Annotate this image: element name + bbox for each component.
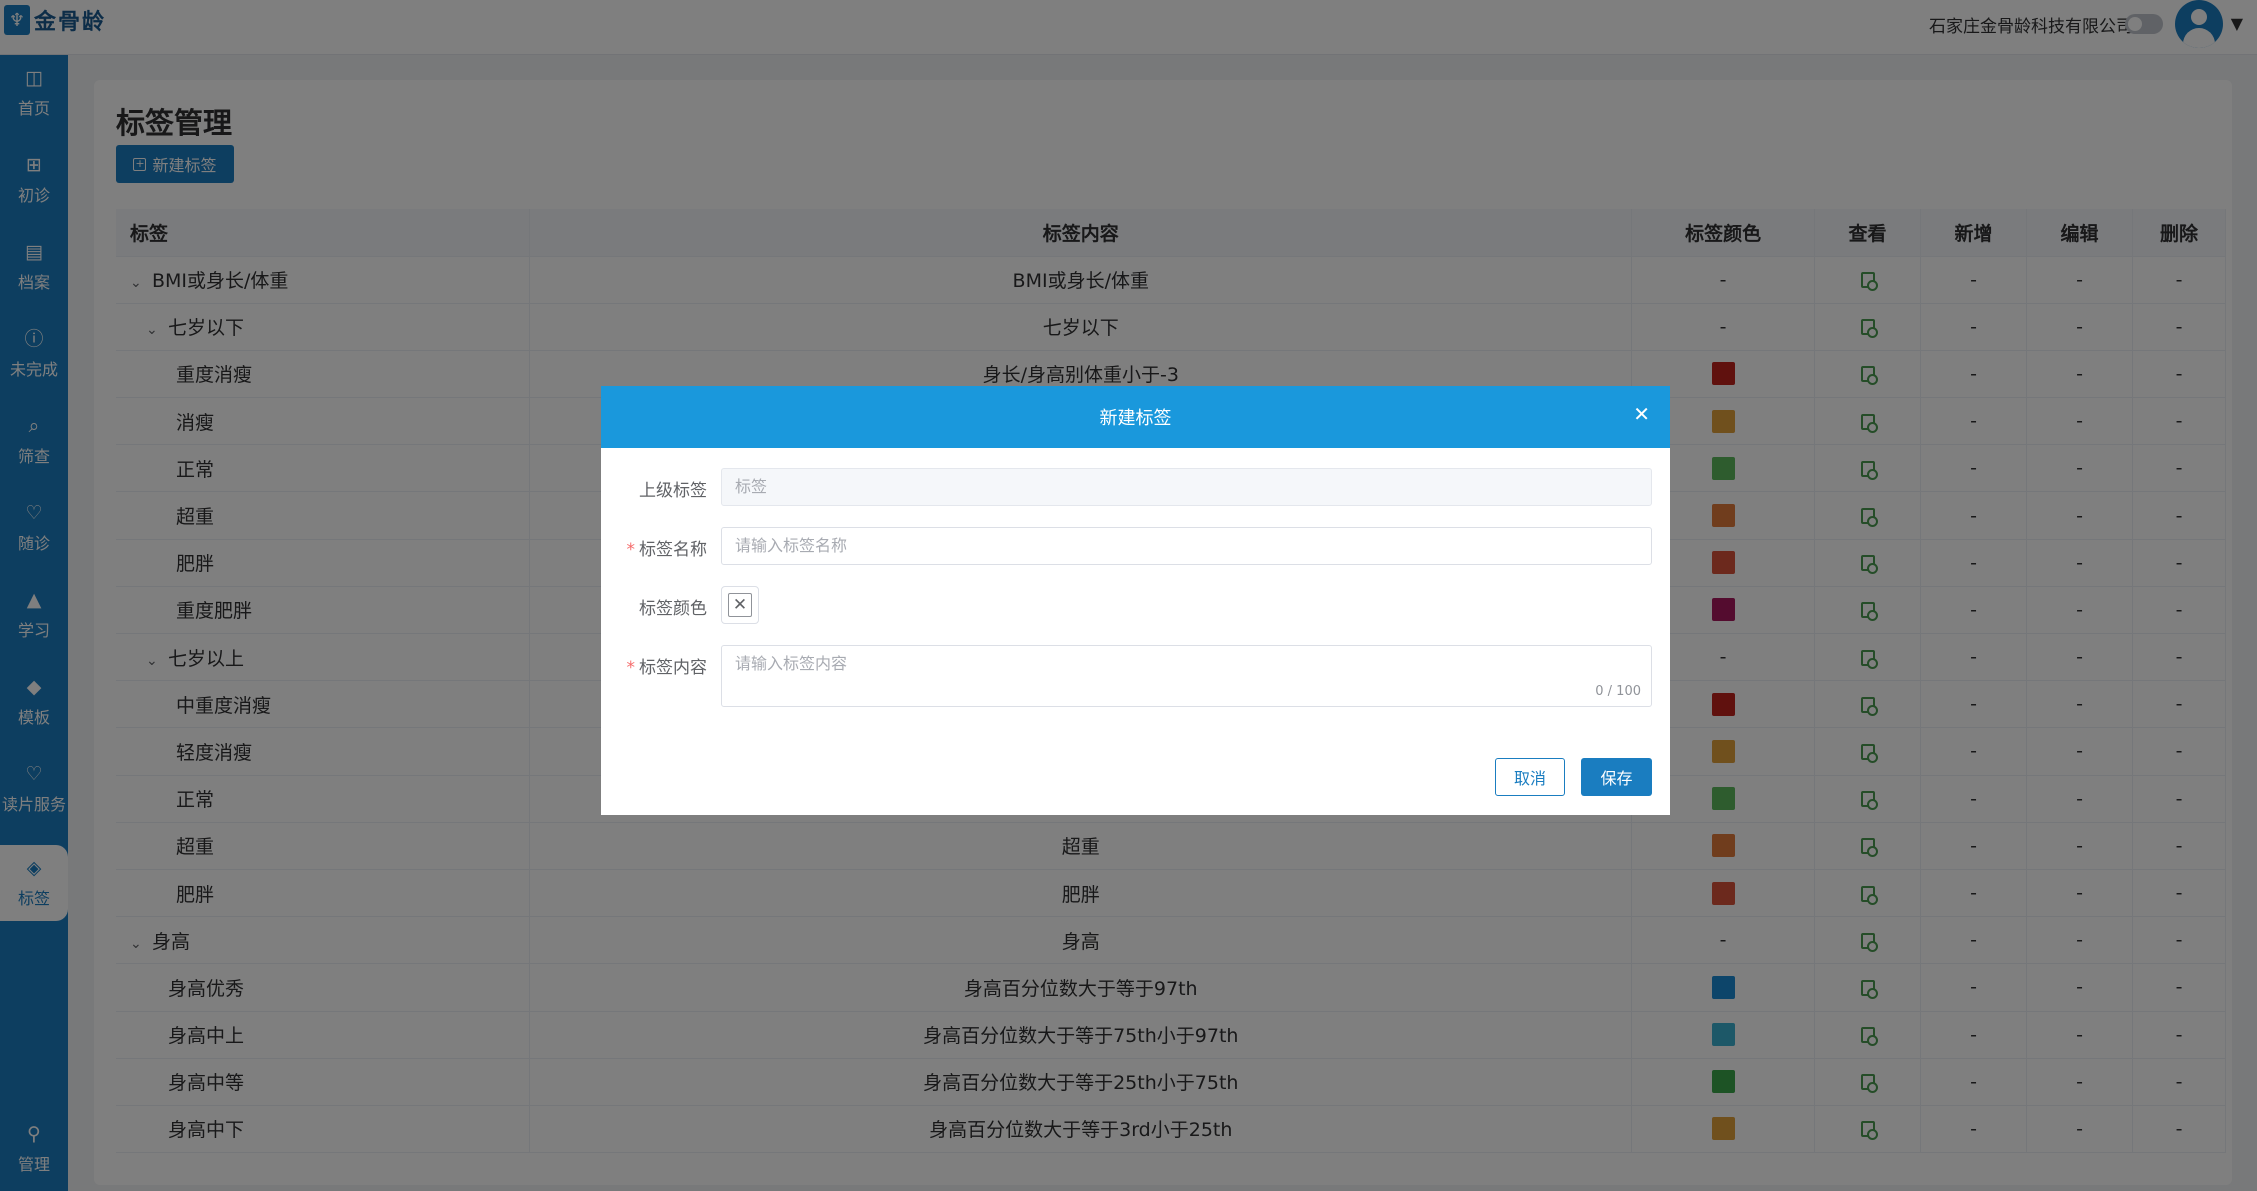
tag-content-textarea[interactable]: 请输入标签内容 0 / 100 (721, 645, 1652, 707)
save-button[interactable]: 保存 (1581, 758, 1652, 796)
tag-content-label-text: 标签内容 (639, 658, 707, 678)
tag-content-placeholder: 请输入标签内容 (735, 654, 848, 673)
required-mark: * (626, 658, 636, 678)
tag-name-input[interactable]: 请输入标签名称 (721, 527, 1652, 565)
tag-name-row: * 标签名称 请输入标签名称 (601, 527, 1670, 565)
close-icon[interactable]: ✕ (1633, 402, 1650, 426)
empty-color-icon: ✕ (728, 593, 752, 617)
tag-color-row: 标签颜色 ✕ (601, 586, 1670, 624)
char-counter: 0 / 100 (1595, 684, 1641, 699)
color-picker[interactable]: ✕ (721, 586, 759, 624)
new-tag-dialog: 新建标签 ✕ 上级标签 标签 * 标签名称 请输入标签名称 标签颜色 ✕ * 标签内… (601, 386, 1670, 815)
parent-tag-row: 上级标签 标签 (601, 468, 1670, 506)
dialog-title: 新建标签 (1099, 408, 1172, 429)
parent-tag-input[interactable]: 标签 (721, 468, 1652, 506)
tag-content-label: * 标签内容 (601, 653, 708, 678)
required-mark: * (626, 540, 636, 560)
cancel-button[interactable]: 取消 (1495, 758, 1565, 796)
tag-content-row: * 标签内容 请输入标签内容 0 / 100 (601, 645, 1670, 707)
tag-name-label-text: 标签名称 (639, 540, 707, 560)
dialog-header: 新建标签 ✕ (601, 386, 1670, 448)
parent-tag-label: 上级标签 (639, 481, 707, 501)
tag-name-label: * 标签名称 (601, 535, 708, 560)
tag-color-label: 标签颜色 (639, 599, 707, 619)
